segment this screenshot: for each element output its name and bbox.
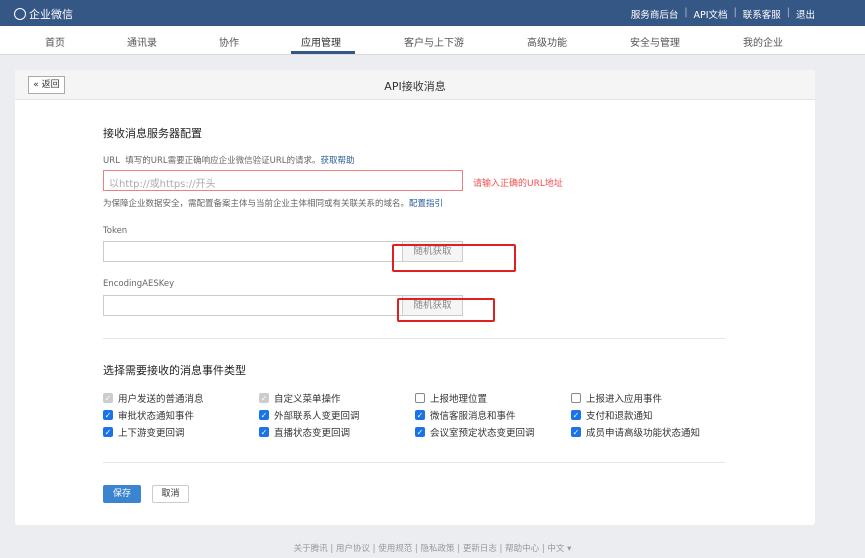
event-label: 微信客服消息和事件: [430, 411, 516, 422]
highlight-box: [397, 298, 495, 322]
checkbox-icon[interactable]: ✓: [259, 393, 269, 403]
config-guide-link[interactable]: 配置指引: [409, 199, 443, 209]
logo[interactable]: 企业微信: [14, 6, 73, 22]
url-error: 请输入正确的URL地址: [473, 179, 563, 189]
checkbox-icon[interactable]: ✓: [103, 410, 113, 420]
checkbox-icon[interactable]: ✓: [103, 393, 113, 403]
separator: |: [454, 544, 463, 554]
save-button[interactable]: 保存: [103, 485, 141, 503]
event-label: 自定义菜单操作: [274, 394, 341, 405]
footer-link[interactable]: 使用规范: [378, 544, 412, 554]
checkbox-icon[interactable]: ✓: [103, 427, 113, 437]
tab-my-company[interactable]: 我的企业: [743, 34, 783, 49]
event-label: 会议室预定状态变更回调: [430, 428, 535, 439]
cancel-button[interactable]: 取消: [152, 485, 189, 503]
event-label: 上下游变更回调: [118, 428, 185, 439]
footer-link[interactable]: 关于腾讯: [294, 544, 328, 554]
tab-security[interactable]: 安全与管理: [630, 34, 680, 49]
event-label: 支付和退款通知: [586, 411, 653, 422]
event-checkbox[interactable]: ✓ 审批状态通知事件: [103, 408, 194, 422]
footer-link[interactable]: 隐私政策: [421, 544, 455, 554]
footer-link[interactable]: 帮助中心: [505, 544, 539, 554]
separator: |: [327, 544, 336, 554]
checkbox-icon[interactable]: ✓: [571, 427, 581, 437]
event-checkbox[interactable]: ✓ 会议室预定状态变更回调: [415, 425, 535, 439]
event-label: 审批状态通知事件: [118, 411, 195, 422]
server-heading: 接收消息服务器配置: [103, 127, 202, 140]
checkbox-icon[interactable]: ✓: [259, 427, 269, 437]
tab-advanced[interactable]: 高级功能: [527, 34, 567, 49]
link-contact[interactable]: 联系客服: [743, 7, 781, 21]
event-checkbox[interactable]: ✓ 直播状态变更回调: [259, 425, 350, 439]
link-logout[interactable]: 退出: [796, 7, 815, 21]
divider: [103, 462, 725, 463]
help-link[interactable]: 获取帮助: [321, 156, 355, 166]
footer-link[interactable]: 中文 ▾: [547, 544, 571, 554]
checkbox-icon[interactable]: ✓: [415, 410, 425, 420]
footer-link[interactable]: 用户协议: [336, 544, 370, 554]
event-checkbox[interactable]: ✓ 微信客服消息和事件: [415, 408, 516, 422]
highlight-box: [392, 244, 516, 272]
event-label: 上报进入应用事件: [586, 394, 663, 405]
separator: |: [496, 544, 506, 554]
footer-link[interactable]: 更新日志: [463, 544, 497, 554]
separator: |: [369, 544, 379, 554]
checkbox-icon[interactable]: ✓: [259, 410, 269, 420]
event-label: 上报地理位置: [430, 394, 488, 405]
event-checkbox: ✓ 自定义菜单操作: [259, 391, 341, 405]
event-checkbox: ✓ 用户发送的普通消息: [103, 391, 204, 405]
event-checkbox[interactable]: ✓ 支付和退款通知: [571, 408, 653, 422]
chat-bubble-icon: [14, 8, 26, 20]
tab-collab[interactable]: 协作: [219, 34, 239, 49]
event-checkbox[interactable]: ✓ 成员申请高级功能状态通知: [571, 425, 700, 439]
event-checkbox[interactable]: 上报进入应用事件: [571, 391, 662, 405]
api-settings-card: « 返回 API接收消息 接收消息服务器配置 URL 填写的URL需要正确响应企…: [15, 70, 815, 525]
url-input[interactable]: 以http://或https://开头: [103, 170, 463, 191]
events-heading: 选择需要接收的消息事件类型: [103, 364, 246, 377]
footer: 关于腾讯 | 用户协议 | 使用规范 | 隐私政策 | 更新日志 | 帮助中心 …: [0, 542, 865, 554]
event-checkbox[interactable]: ✓ 上下游变更回调: [103, 425, 185, 439]
event-label: 成员申请高级功能状态通知: [586, 428, 701, 439]
event-label: 外部联系人变更回调: [274, 411, 360, 422]
tab-home[interactable]: 首页: [45, 34, 65, 49]
active-tab-indicator: [291, 51, 355, 54]
tab-apps[interactable]: 应用管理: [301, 34, 341, 49]
link-service-provider[interactable]: 服务商后台: [631, 7, 679, 21]
checkbox-icon[interactable]: [415, 393, 425, 403]
event-checkbox[interactable]: 上报地理位置: [415, 391, 487, 405]
checkbox-icon[interactable]: ✓: [415, 427, 425, 437]
top-bar: 企业微信 服务商后台 | API文档 | 联系客服 | 退出: [0, 0, 865, 26]
page-title: API接收消息: [384, 80, 446, 93]
separator: |: [412, 544, 421, 554]
main-nav: 首页 通讯录 协作 应用管理 客户与上下游 高级功能 安全与管理 我的企业: [0, 26, 865, 55]
tab-contacts[interactable]: 通讯录: [127, 34, 157, 49]
link-api-docs[interactable]: API文档: [694, 7, 728, 21]
tab-customers[interactable]: 客户与上下游: [404, 34, 464, 49]
checkbox-icon[interactable]: ✓: [571, 410, 581, 420]
checkbox-icon[interactable]: [571, 393, 581, 403]
divider: [103, 338, 725, 339]
event-checkbox[interactable]: ✓ 外部联系人变更回调: [259, 408, 360, 422]
event-label: 用户发送的普通消息: [118, 394, 204, 405]
event-label: 直播状态变更回调: [274, 428, 351, 439]
